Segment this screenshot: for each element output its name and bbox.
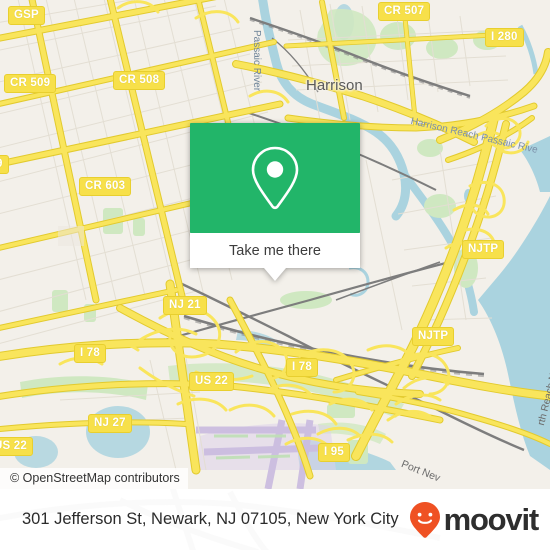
shield-njtp-upper[interactable]: NJTP	[462, 240, 505, 259]
shield-cr-509[interactable]: CR 509	[4, 74, 57, 93]
shield-label: 9	[0, 158, 3, 170]
shield-label: GSP	[14, 9, 39, 21]
place-label-harrison: Harrison	[306, 77, 363, 94]
take-me-there-button[interactable]: Take me there	[190, 233, 360, 268]
shield-nj-21[interactable]: NJ 21	[163, 296, 207, 315]
shield-9-clip[interactable]: 9	[0, 155, 9, 174]
water-label-text: Passaic River	[251, 30, 262, 92]
shield-label: CR 509	[10, 77, 51, 89]
shield-njtp-lower[interactable]: NJTP	[412, 327, 455, 346]
moovit-pin-smiley-icon	[409, 501, 440, 538]
water-label-passaic-river: Passaic River	[251, 30, 262, 91]
shield-label: NJTP	[468, 243, 499, 255]
shield-cr-508[interactable]: CR 508	[113, 71, 166, 90]
osm-attribution-text: © OpenStreetMap contributors	[10, 471, 180, 485]
address-label: 301 Jefferson St, Newark, NJ 07105, New …	[22, 510, 399, 529]
take-me-there-label: Take me there	[229, 242, 321, 259]
moovit-logo[interactable]: moovit	[409, 501, 540, 539]
shield-label: NJTP	[418, 330, 449, 342]
shield-gsp[interactable]: GSP	[8, 6, 45, 25]
shield-label: US 22	[0, 440, 27, 452]
location-popup[interactable]: Take me there	[190, 123, 360, 281]
shield-cr-507[interactable]: CR 507	[378, 2, 431, 21]
shield-i-78-right[interactable]: I 78	[286, 358, 318, 377]
shield-label: CR 508	[119, 74, 160, 86]
address-text: 301 Jefferson St, Newark, NJ 07105, New …	[22, 510, 399, 528]
shield-i-280[interactable]: I 280	[485, 28, 524, 47]
shield-us-22[interactable]: US 22	[189, 372, 234, 391]
shield-label: I 78	[292, 361, 312, 373]
shield-label: I 78	[80, 347, 100, 359]
shield-cr-603[interactable]: CR 603	[79, 177, 132, 196]
shield-label: NJ 21	[169, 299, 201, 311]
shield-i-78-left[interactable]: I 78	[74, 344, 106, 363]
shield-us-22-clip[interactable]: US 22	[0, 437, 33, 456]
shield-label: CR 507	[384, 5, 425, 17]
shield-i-95[interactable]: I 95	[318, 443, 350, 462]
osm-attribution[interactable]: © OpenStreetMap contributors	[0, 468, 188, 489]
shield-label: I 95	[324, 446, 344, 458]
shield-label: US 22	[195, 375, 228, 387]
popup-header	[190, 123, 360, 233]
map-pin-icon	[251, 146, 299, 210]
shield-label: I 280	[491, 31, 518, 43]
moovit-wordmark: moovit	[443, 501, 540, 537]
shield-label: NJ 27	[94, 417, 126, 429]
shield-nj-27[interactable]: NJ 27	[88, 414, 132, 433]
map-screenshot: GSP CR 509 CR 508 CR 507 I 280 CR 603 9 …	[0, 0, 550, 550]
place-label-text: Harrison	[306, 77, 363, 94]
footer-bar: 301 Jefferson St, Newark, NJ 07105, New …	[0, 489, 550, 550]
popup-tail	[264, 268, 286, 281]
shield-label: CR 603	[85, 180, 126, 192]
